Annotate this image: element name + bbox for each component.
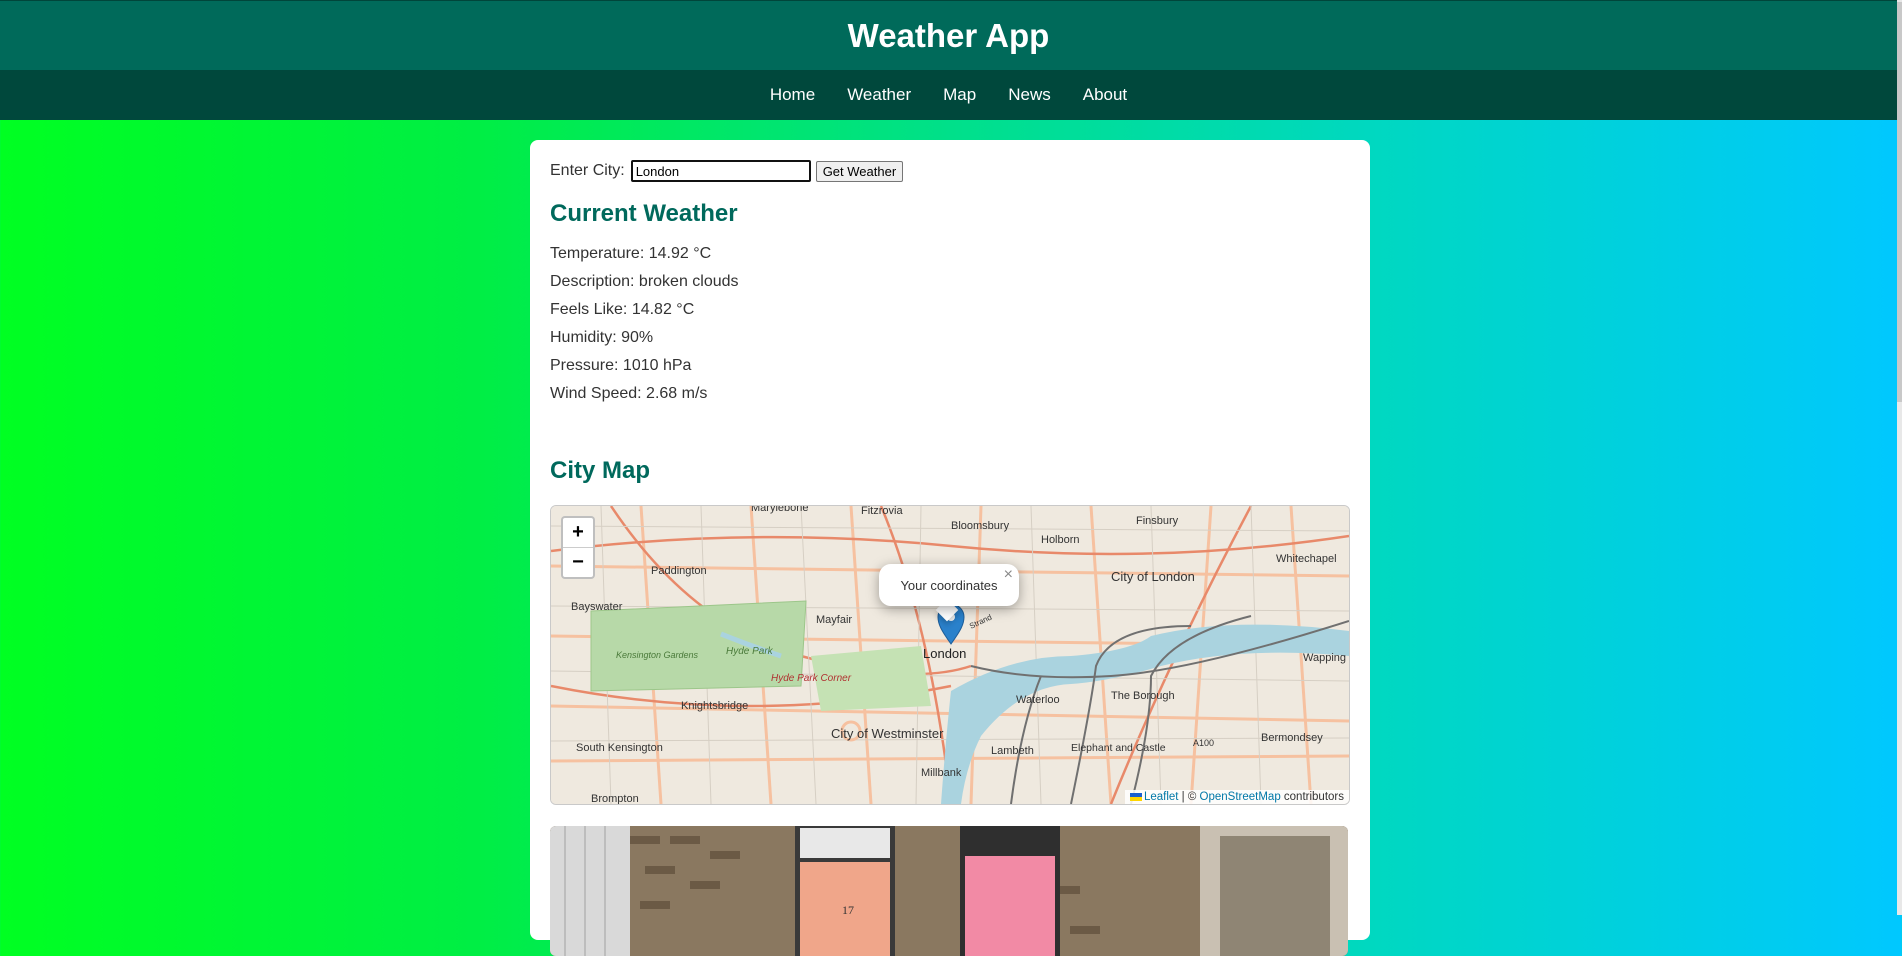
- city-photo-image: 17: [550, 826, 1348, 956]
- map-label-elephant-and-castle: Elephant and Castle: [1071, 742, 1166, 754]
- map-label-marylebone: Marylebone: [751, 506, 808, 514]
- page-scrollbar[interactable]: [1897, 0, 1902, 915]
- map-label-hyde-park-corner: Hyde Park Corner: [771, 673, 852, 684]
- weather-card: Enter City: Get Weather Current Weather …: [530, 140, 1370, 956]
- attribution-sep: | ©: [1178, 791, 1200, 803]
- nav-home[interactable]: Home: [770, 85, 815, 105]
- popup-text: Your coordinates: [900, 577, 998, 593]
- nav-weather[interactable]: Weather: [847, 85, 911, 105]
- zoom-out-button[interactable]: −: [563, 547, 593, 577]
- map-label-hyde-park: Hyde Park: [726, 646, 774, 657]
- map-label-the-borough: The Borough: [1111, 690, 1175, 702]
- city-map[interactable]: Marylebone Fitzrovia Bloomsbury Holborn …: [550, 505, 1350, 805]
- map-label-whitechapel: Whitechapel: [1276, 553, 1337, 565]
- temperature-text: Temperature: 14.92 °C: [550, 245, 712, 262]
- pressure-text: Pressure: 1010 hPa: [550, 357, 692, 374]
- zoom-in-button[interactable]: +: [563, 518, 593, 547]
- coordinates-popup: Your coordinates ×: [879, 564, 1019, 606]
- map-label-brompton: Brompton: [591, 793, 639, 804]
- map-label-city-of-london: City of London: [1111, 569, 1195, 584]
- osm-link[interactable]: OpenStreetMap: [1200, 791, 1281, 803]
- map-label-a100: A100: [1193, 738, 1214, 748]
- map-label-paddington: Paddington: [651, 565, 707, 577]
- map-label-knightsbridge: Knightsbridge: [681, 700, 748, 712]
- nav-map[interactable]: Map: [943, 85, 976, 105]
- map-label-millbank: Millbank: [921, 767, 962, 779]
- map-tiles[interactable]: Marylebone Fitzrovia Bloomsbury Holborn …: [551, 506, 1349, 804]
- city-form: Enter City: Get Weather: [550, 160, 904, 182]
- map-label-kensington-gardens: Kensington Gardens: [616, 650, 699, 660]
- leaflet-link[interactable]: Leaflet: [1144, 791, 1179, 803]
- map-label-waterloo: Waterloo: [1016, 694, 1060, 706]
- map-label-city-of-westminster: City of Westminster: [831, 726, 944, 741]
- map-attribution: Leaflet | © OpenStreetMap contributors: [1124, 790, 1349, 804]
- scrollbar-thumb[interactable]: [1897, 2, 1902, 402]
- main-nav: Home Weather Map News About: [0, 70, 1897, 120]
- app-title: Weather App: [847, 17, 1050, 54]
- map-label-fitzrovia: Fitzrovia: [861, 506, 903, 517]
- wind-speed-text: Wind Speed: 2.68 m/s: [550, 385, 708, 402]
- map-label-mayfair: Mayfair: [816, 614, 852, 626]
- city-map-heading: City Map: [550, 457, 651, 484]
- nav-about[interactable]: About: [1083, 85, 1127, 105]
- city-input[interactable]: [630, 160, 811, 182]
- nav-news[interactable]: News: [1008, 85, 1051, 105]
- description-text: Description: broken clouds: [550, 273, 739, 290]
- map-label-london: London: [923, 646, 966, 661]
- attribution-suffix: contributors: [1280, 791, 1344, 803]
- city-label: Enter City:: [550, 162, 625, 179]
- humidity-text: Humidity: 90%: [550, 329, 654, 346]
- map-label-lambeth: Lambeth: [991, 745, 1034, 757]
- map-label-south-kensington: South Kensington: [576, 742, 663, 754]
- app-header: Weather App: [0, 0, 1897, 71]
- current-weather-heading: Current Weather: [550, 200, 738, 227]
- map-label-bermondsey: Bermondsey: [1261, 732, 1323, 744]
- map-label-bloomsbury: Bloomsbury: [951, 520, 1010, 532]
- popup-close-icon[interactable]: ×: [1004, 566, 1013, 584]
- feels-like-text: Feels Like: 14.82 °C: [550, 301, 695, 318]
- map-label-wapping: Wapping: [1303, 652, 1346, 664]
- city-photo: 17: [550, 826, 1348, 956]
- get-weather-button[interactable]: Get Weather: [815, 160, 904, 182]
- map-label-finsbury: Finsbury: [1136, 515, 1179, 527]
- map-label-holborn: Holborn: [1041, 534, 1080, 546]
- map-label-bayswater: Bayswater: [571, 601, 623, 613]
- zoom-control: + −: [561, 516, 595, 579]
- ukraine-flag-icon: [1129, 792, 1142, 801]
